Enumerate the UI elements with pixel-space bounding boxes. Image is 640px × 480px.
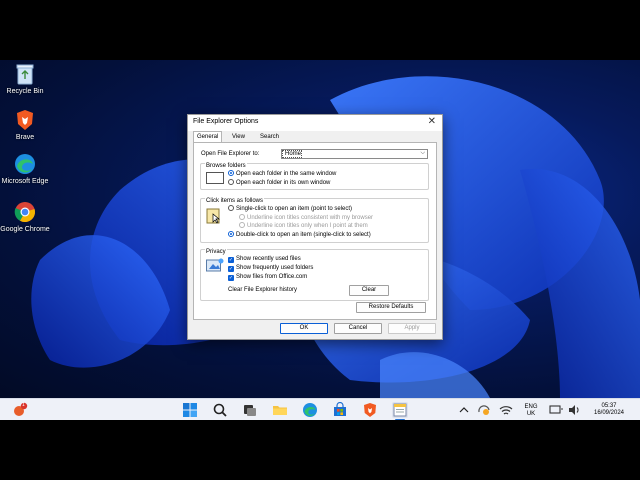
ok-button[interactable]: OK <box>280 323 328 334</box>
tab-view[interactable]: View <box>229 132 248 142</box>
file-explorer-active-icon[interactable] <box>392 402 408 418</box>
click-items-group: Click items as follows Single-click to o… <box>200 198 429 243</box>
weather-badge: 1 <box>22 402 25 408</box>
clear-history-button[interactable]: Clear <box>349 285 389 296</box>
recycle-bin-icon <box>13 62 37 86</box>
checkmark-icon: ✓ <box>228 257 234 263</box>
edge-icon[interactable] <box>302 402 318 418</box>
desktop-icon-chrome[interactable]: Google Chrome <box>0 200 50 234</box>
desktop-icon-label: Brave <box>15 134 35 141</box>
restore-defaults-button[interactable]: Restore Defaults <box>356 302 426 313</box>
keyboard-layout: UK <box>526 411 536 417</box>
open-explorer-value: Home <box>282 150 303 158</box>
task-view-icon[interactable] <box>242 402 258 418</box>
file-explorer-options-dialog: File Explorer Options ✕ General View Sea… <box>187 114 443 340</box>
desktop-icon-recycle-bin[interactable]: Recycle Bin <box>0 62 50 96</box>
browse-own-window-radio[interactable]: Open each folder in its own window <box>228 179 330 186</box>
browse-folders-group: Browse folders Open each folder in the s… <box>200 163 429 190</box>
language-code: ENG <box>524 404 538 410</box>
double-click-radio[interactable]: Double-click to open an item (single-cli… <box>228 231 371 238</box>
cancel-button[interactable]: Cancel <box>334 323 382 334</box>
browse-same-window-radio[interactable]: Open each folder in the same window <box>228 170 336 177</box>
chrome-icon <box>13 200 37 224</box>
edge-icon <box>13 152 37 176</box>
network-icon[interactable] <box>498 402 514 418</box>
radio-icon <box>228 170 234 176</box>
sync-status-icon[interactable] <box>476 402 492 418</box>
show-recent-files-checkbox[interactable]: ✓ Show recently used files <box>228 256 301 263</box>
radio-icon <box>228 205 234 211</box>
privacy-legend: Privacy <box>205 249 227 255</box>
weather-widget-icon[interactable]: 1 <box>12 402 28 418</box>
desktop-icon-edge[interactable]: Microsoft Edge <box>0 152 50 186</box>
general-tab-panel: Open File Explorer to: Home ⌵ Browse fol… <box>193 142 437 320</box>
desktop-icon-label: Recycle Bin <box>6 88 44 95</box>
clock[interactable]: 05:37 16/09/2024 <box>586 403 632 417</box>
brave-icon <box>13 108 37 132</box>
chevron-up-icon[interactable] <box>456 402 472 418</box>
browse-folders-legend: Browse folders <box>205 163 247 169</box>
start-icon[interactable] <box>182 402 198 418</box>
open-explorer-label: Open File Explorer to: <box>201 151 260 157</box>
letterbox-top <box>0 0 640 60</box>
tab-search[interactable]: Search <box>257 132 282 142</box>
dialog-title: File Explorer Options <box>193 118 259 125</box>
file-explorer-icon[interactable] <box>272 402 288 418</box>
privacy-group: Privacy ✓ Show recently used files ✓ Show … <box>200 249 429 301</box>
cursor-click-icon <box>206 208 220 224</box>
clock-date: 16/09/2024 <box>593 410 625 416</box>
underline-consistent-radio[interactable]: Underline icon titles consistent with my… <box>239 214 373 221</box>
radio-label: Underline icon titles only when I point … <box>247 223 368 229</box>
desktop-icon-brave[interactable]: Brave <box>0 108 50 142</box>
radio-label: Open each folder in its own window <box>236 180 331 186</box>
privacy-folder-icon <box>206 258 224 272</box>
letterbox-bottom <box>0 420 640 480</box>
checkbox-label: Show frequently used folders <box>236 265 314 271</box>
checkmark-icon: ✓ <box>228 275 234 281</box>
language-indicator[interactable]: ENG UK <box>520 404 542 418</box>
radio-icon <box>239 222 245 228</box>
brave-icon[interactable] <box>362 402 378 418</box>
radio-label: Underline icon titles consistent with my… <box>247 215 374 221</box>
single-click-radio[interactable]: Single-click to open an item (point to s… <box>228 205 352 212</box>
desktop-icon-label: Microsoft Edge <box>1 178 49 185</box>
chevron-down-icon: ⌵ <box>420 150 425 156</box>
checkbox-label: Show files from Office.com <box>236 274 308 280</box>
checkmark-icon: ✓ <box>228 266 234 272</box>
display-icon[interactable] <box>548 402 564 418</box>
window-preview-icon <box>206 172 224 184</box>
click-items-legend: Click items as follows <box>205 198 265 204</box>
radio-icon <box>228 231 234 237</box>
taskbar: 1 ENG UK 05:37 16/09/2024 <box>0 398 640 421</box>
apply-button[interactable]: Apply <box>388 323 436 334</box>
radio-icon <box>239 214 245 220</box>
open-explorer-dropdown[interactable]: Home ⌵ <box>281 149 428 159</box>
dialog-titlebar[interactable]: File Explorer Options ✕ <box>188 115 442 131</box>
volume-icon[interactable] <box>566 402 582 418</box>
clear-history-label: Clear File Explorer history <box>228 287 298 293</box>
radio-label: Open each folder in the same window <box>236 171 337 177</box>
clock-time: 05:37 <box>601 403 617 409</box>
show-office-files-checkbox[interactable]: ✓ Show files from Office.com <box>228 274 307 281</box>
radio-icon <box>228 179 234 185</box>
radio-label: Single-click to open an item (point to s… <box>236 206 353 212</box>
underline-point-radio[interactable]: Underline icon titles only when I point … <box>239 222 368 229</box>
checkbox-label: Show recently used files <box>236 256 301 262</box>
show-frequent-folders-checkbox[interactable]: ✓ Show frequently used folders <box>228 265 313 272</box>
desktop-icon-label: Google Chrome <box>0 226 50 233</box>
close-icon[interactable]: ✕ <box>428 116 436 127</box>
microsoft-store-icon[interactable] <box>332 401 348 418</box>
search-icon[interactable] <box>212 402 228 418</box>
radio-label: Double-click to open an item (single-cli… <box>236 232 371 238</box>
